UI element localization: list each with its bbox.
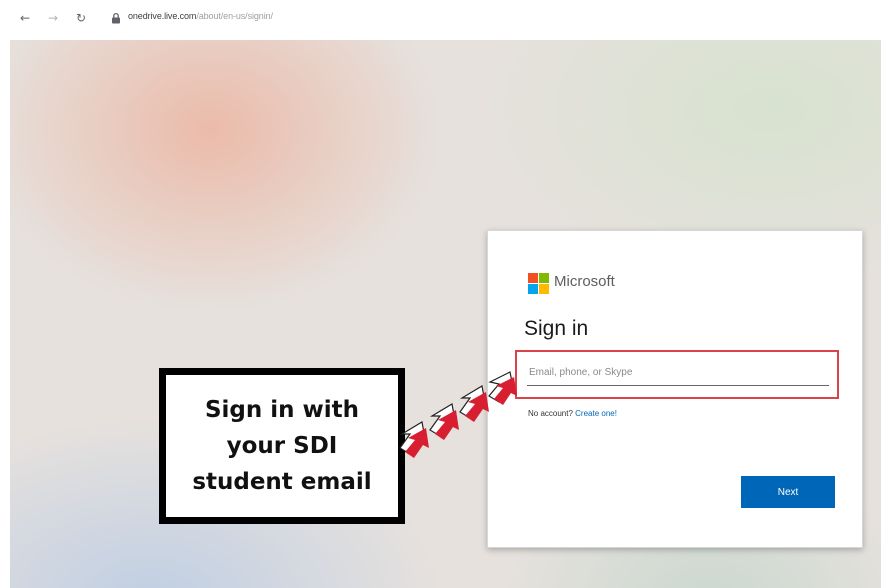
microsoft-logo-icon: [528, 273, 549, 294]
brand-name: Microsoft: [554, 273, 615, 290]
chevron-arrow-icon: [429, 403, 459, 440]
reload-icon[interactable]: ↻: [72, 9, 90, 27]
lock-icon[interactable]: [110, 12, 122, 24]
email-field[interactable]: [527, 360, 829, 386]
chevron-arrow-icon: [399, 421, 429, 458]
callout-line: student email: [192, 469, 372, 495]
logo-square-red: [528, 273, 538, 283]
page-title: Sign in: [524, 317, 589, 340]
address-bar[interactable]: onedrive.live.com/about/en-us/signin/: [128, 11, 273, 21]
chevron-arrow-icon: [488, 371, 517, 405]
logo-square-blue: [528, 284, 538, 294]
callout-line: Sign in with: [204, 397, 360, 423]
signin-card: Microsoft Sign in No account? Create one…: [487, 230, 863, 548]
url-path: /about/en-us/signin/: [196, 11, 273, 21]
callout-text: Sign in with your SDI student email: [192, 392, 371, 500]
back-arrow-icon[interactable]: ←: [16, 9, 34, 27]
url-host: onedrive.live.com: [128, 11, 197, 21]
no-account-text: No account? Create one!: [528, 409, 617, 418]
instruction-callout: Sign in with your SDI student email: [159, 368, 405, 524]
create-account-link[interactable]: Create one!: [575, 409, 617, 418]
forward-arrow-icon[interactable]: →: [44, 9, 62, 27]
logo-square-yellow: [539, 284, 549, 294]
pointer-arrows-icon: [399, 371, 517, 458]
next-button[interactable]: Next: [741, 476, 835, 508]
chevron-arrow-icon: [459, 385, 489, 422]
browser-toolbar: ← → ↻ onedrive.live.com/about/en-us/sign…: [0, 0, 881, 40]
logo-square-green: [539, 273, 549, 283]
callout-line: your SDI: [226, 433, 338, 459]
email-highlight-box: [515, 350, 839, 399]
